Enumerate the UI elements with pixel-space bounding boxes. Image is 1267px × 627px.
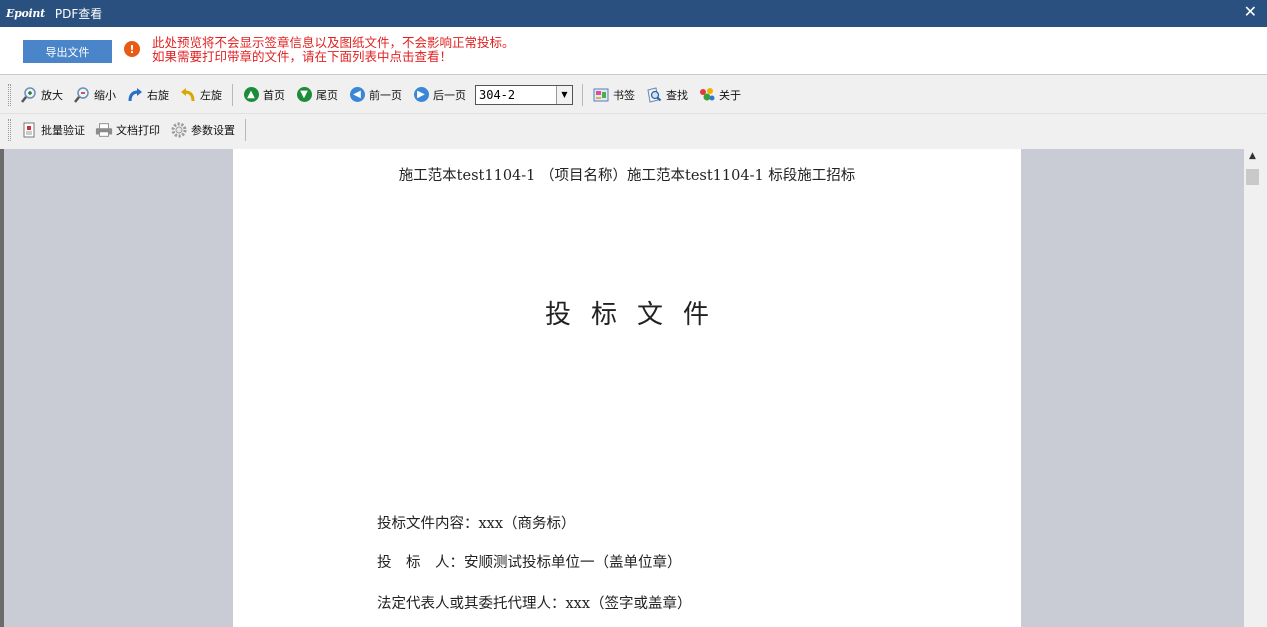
document-viewer[interactable]: 施工范本test1104-1 （项目名称）施工范本test1104-1 标段施工… xyxy=(0,149,1267,627)
pdf-page[interactable]: 施工范本test1104-1 （项目名称）施工范本test1104-1 标段施工… xyxy=(233,149,1021,627)
export-file-button[interactable]: 导出文件 xyxy=(23,40,112,63)
rotate-left-icon xyxy=(179,86,197,104)
about-button[interactable]: 关于 xyxy=(695,83,744,107)
print-button[interactable]: 文档打印 xyxy=(92,118,163,142)
rotate-right-label: 右旋 xyxy=(147,88,169,102)
notice-line-2: 如果需要打印带章的文件，请在下面列表中点击查看！ xyxy=(152,48,453,64)
notice-bar: 导出文件 ! 此处预览将不会显示签章信息以及图纸文件，不会影响正常投标。 如果需… xyxy=(0,27,1267,74)
bookmark-icon xyxy=(592,86,610,104)
batch-verify-label: 批量验证 xyxy=(41,124,85,137)
document-title: 投标文件 xyxy=(544,300,729,330)
document-header: 施工范本test1104-1 （项目名称）施工范本test1104-1 标段施工… xyxy=(398,168,856,184)
next-page-label: 后一页 xyxy=(433,88,466,102)
zoom-in-icon xyxy=(20,86,38,104)
prev-page-button[interactable]: ◀ 前一页 xyxy=(345,83,405,107)
certificate-icon xyxy=(20,121,38,139)
rotate-right-icon xyxy=(126,86,144,104)
arrow-down-icon: ▼ xyxy=(295,86,313,104)
scroll-up-icon[interactable]: ▲ xyxy=(1244,151,1261,165)
zoom-out-label: 缩小 xyxy=(94,88,116,102)
zoom-out-button[interactable]: 缩小 xyxy=(70,83,119,107)
rotate-left-label: 左旋 xyxy=(200,88,222,102)
settings-label: 参数设置 xyxy=(191,124,235,137)
page-select[interactable]: 304-2 ▼ xyxy=(475,84,573,105)
dropdown-arrow-icon[interactable]: ▼ xyxy=(556,85,572,104)
rotate-right-button[interactable]: 右旋 xyxy=(123,83,172,107)
warning-icon: ! xyxy=(124,41,140,57)
settings-button[interactable]: 参数设置 xyxy=(167,118,238,142)
toolbar-separator xyxy=(245,119,246,141)
prev-page-label: 前一页 xyxy=(369,88,402,102)
rotate-left-button[interactable]: 左旋 xyxy=(176,83,225,107)
about-label: 关于 xyxy=(719,88,741,102)
printer-icon xyxy=(95,121,113,139)
toolbar-area: 放大 缩小 右旋 左旋 ▲ 首页 ▼ 尾页 ◀ 前一页 ▶ 后一页 304-2 … xyxy=(0,74,1267,149)
page-select-value: 304-2 xyxy=(479,87,516,102)
about-icon xyxy=(698,86,716,104)
bookmark-label: 书签 xyxy=(613,88,635,102)
title-bar: Epoint PDF查看 ✕ xyxy=(0,0,1267,27)
find-button[interactable]: 查找 xyxy=(642,83,691,107)
toolbar-grip[interactable] xyxy=(8,83,11,106)
scroll-thumb[interactable] xyxy=(1246,169,1259,185)
arrow-right-icon: ▶ xyxy=(412,86,430,104)
document-bidder-line: 投 标 人：安顺测试投标单位一（盖单位章） xyxy=(377,555,682,571)
brand-logo: Epoint xyxy=(6,7,45,20)
main-toolbar: 放大 缩小 右旋 左旋 ▲ 首页 ▼ 尾页 ◀ 前一页 ▶ 后一页 304-2 … xyxy=(0,78,1267,111)
next-page-button[interactable]: ▶ 后一页 xyxy=(409,83,469,107)
vertical-scrollbar[interactable]: ▲ xyxy=(1244,149,1261,627)
print-label: 文档打印 xyxy=(116,124,160,137)
window-title: PDF查看 xyxy=(54,7,103,21)
arrow-left-icon: ◀ xyxy=(348,86,366,104)
gear-icon xyxy=(170,121,188,139)
pdf-viewer-window: Epoint PDF查看 ✕ 导出文件 ! 此处预览将不会显示签章信息以及图纸文… xyxy=(0,0,1267,627)
last-page-label: 尾页 xyxy=(316,88,338,102)
window-right-border xyxy=(1261,149,1267,627)
notice-message: 此处预览将不会显示签章信息以及图纸文件，不会影响正常投标。 如果需要打印带章的文… xyxy=(152,36,515,63)
document-representative-line: 法定代表人或其委托代理人：xxx（签字或盖章） xyxy=(377,596,692,612)
toolbar-separator xyxy=(232,83,233,106)
first-page-button[interactable]: ▲ 首页 xyxy=(239,83,288,107)
zoom-out-icon xyxy=(73,86,91,104)
close-button[interactable]: ✕ xyxy=(1244,2,1257,22)
find-icon xyxy=(645,86,663,104)
document-content-line: 投标文件内容：xxx（商务标） xyxy=(377,516,576,532)
arrow-up-icon: ▲ xyxy=(242,86,260,104)
toolbar-separator xyxy=(582,83,583,106)
toolbar-grip[interactable] xyxy=(8,119,11,141)
first-page-label: 首页 xyxy=(263,88,285,102)
secondary-toolbar: 批量验证 文档打印 参数设置 xyxy=(0,113,1267,146)
zoom-in-label: 放大 xyxy=(41,88,63,102)
notice-line-1: 此处预览将不会显示签章信息以及图纸文件，不会影响正常投标。 xyxy=(152,35,515,50)
batch-verify-button[interactable]: 批量验证 xyxy=(17,118,88,142)
zoom-in-button[interactable]: 放大 xyxy=(17,83,66,107)
last-page-button[interactable]: ▼ 尾页 xyxy=(292,83,341,107)
find-label: 查找 xyxy=(666,88,688,102)
bookmark-button[interactable]: 书签 xyxy=(589,83,638,107)
